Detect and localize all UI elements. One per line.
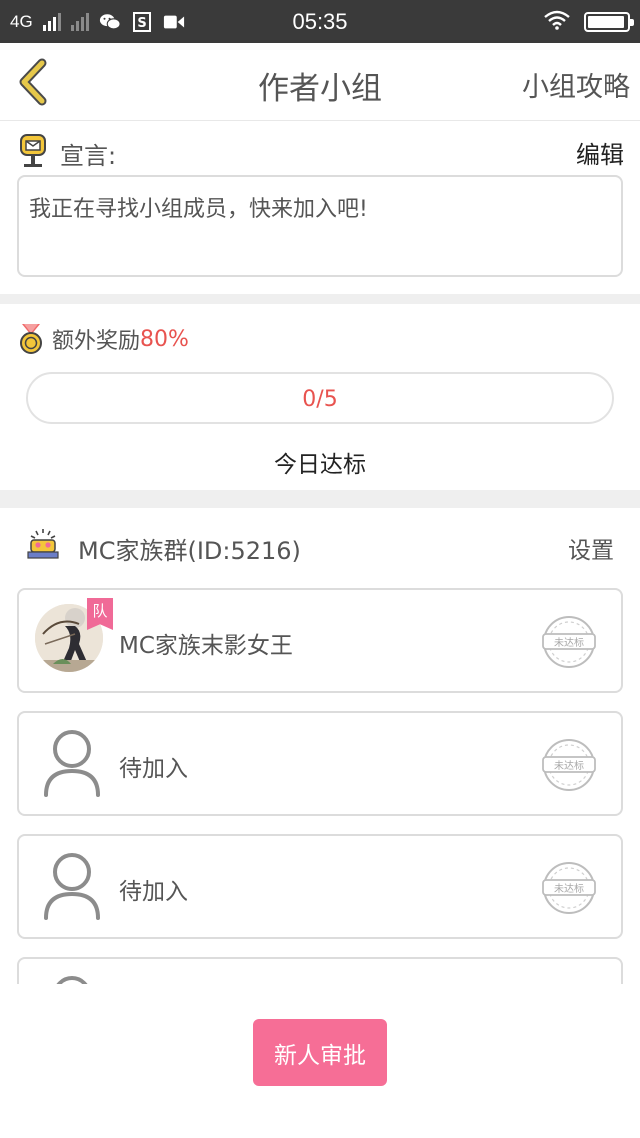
wifi-icon	[544, 10, 570, 34]
stamp-label: 未达标	[554, 883, 584, 895]
member-card[interactable]: 队 MC家族末影女王 未达标	[17, 588, 623, 693]
group-name: MC家族群(ID:5216)	[78, 537, 301, 565]
person-placeholder-icon	[56, 976, 88, 984]
stamp-label: 未达标	[554, 637, 584, 649]
goal-label: 今日达标	[274, 452, 366, 478]
not-reached-stamp-icon: 未达标	[541, 860, 597, 916]
section-divider	[0, 490, 640, 508]
reward-percent: 80%	[140, 326, 189, 352]
status-right	[544, 10, 634, 34]
not-reached-stamp-icon: 未达标	[541, 614, 597, 670]
settings-button[interactable]: 设置	[568, 531, 614, 565]
person-placeholder-icon	[44, 730, 100, 797]
member-name: 待加入	[119, 756, 188, 782]
group-header: MC家族群(ID:5216) 设置	[0, 508, 640, 584]
new-member-approval-button[interactable]: 新人审批	[253, 1019, 387, 1086]
reward-label: 额外奖励	[52, 329, 141, 354]
person-placeholder-icon	[44, 853, 100, 920]
status-bar: 4G S 05:35	[0, 0, 640, 43]
edit-button[interactable]: 编辑	[576, 135, 624, 170]
declaration-text[interactable]: 我正在寻找小组成员，快来加入吧!	[17, 175, 623, 277]
progress-bar: 0/5	[26, 372, 614, 424]
member-card[interactable]: 待加入 未达标	[17, 834, 623, 939]
member-name: 待加入	[119, 879, 188, 905]
reward-section: 额外奖励 80% 0/5 今日达标	[0, 302, 640, 490]
progress-text: 0/5	[302, 387, 338, 412]
stamp-label: 未达标	[554, 760, 584, 772]
declaration-header: 宣言: 编辑	[18, 133, 624, 170]
not-reached-stamp-icon: 未达标	[541, 737, 597, 793]
group-badge-icon	[27, 529, 59, 559]
declaration-label: 宣言:	[60, 142, 117, 170]
member-card[interactable]	[17, 957, 623, 984]
member-card[interactable]: 待加入 未达标	[17, 711, 623, 816]
group-guide-link[interactable]: 小组攻略	[522, 65, 630, 104]
mailbox-icon	[20, 134, 46, 167]
medal-icon	[20, 324, 42, 354]
nav-header: 作者小组 小组攻略	[0, 43, 640, 121]
member-name: MC家族末影女王	[119, 633, 293, 659]
reward-header: 额外奖励 80%	[18, 322, 189, 356]
member-list: 队 MC家族末影女王 未达标 待加入 未达标 待加入 未达标	[0, 588, 640, 984]
battery-fill	[588, 16, 624, 28]
battery-icon	[584, 12, 634, 32]
avatar: 队	[35, 598, 113, 676]
declaration-section: 宣言: 编辑 我正在寻找小组成员，快来加入吧!	[0, 121, 640, 296]
